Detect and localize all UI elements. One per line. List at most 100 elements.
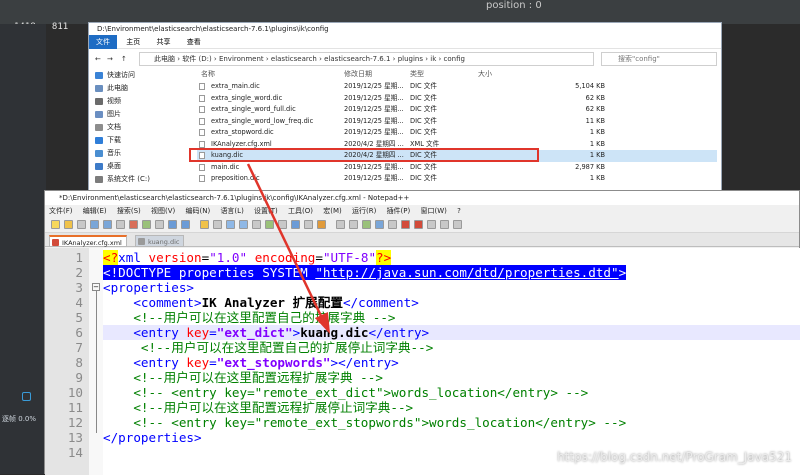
file-size: 1 KB: [590, 139, 605, 151]
menu-language[interactable]: 语言(L): [216, 205, 247, 218]
crumb-3[interactable]: elasticsearch: [271, 55, 317, 63]
nav-item-downloads[interactable]: 下载: [89, 134, 189, 147]
file-size: 11 KB: [586, 116, 605, 128]
menu-settings[interactable]: 设置(T): [250, 205, 282, 218]
toolbar-button-icon[interactable]: [440, 220, 449, 229]
ribbon-tab-share[interactable]: 共享: [149, 35, 177, 49]
fold-minus-icon[interactable]: −: [92, 283, 100, 291]
toolbar-button-icon[interactable]: [414, 220, 423, 229]
menu-file[interactable]: 文件(F): [45, 205, 77, 218]
toolbar-button-icon[interactable]: [375, 220, 384, 229]
toolbar-button-icon[interactable]: [291, 220, 300, 229]
search-input[interactable]: 搜索"config": [601, 52, 717, 66]
toolbar-button-icon[interactable]: [200, 220, 209, 229]
zoom-percent: 0.0%: [18, 415, 36, 423]
toolbar-button-icon[interactable]: [155, 220, 164, 229]
col-date[interactable]: 修改日期: [344, 67, 372, 81]
toolbar-button-icon[interactable]: [304, 220, 313, 229]
code-line-4: <comment>IK Analyzer 扩展配置</comment>: [103, 295, 800, 310]
menu-search[interactable]: 搜索(S): [113, 205, 145, 218]
crumb-0[interactable]: 此电脑: [154, 55, 175, 63]
up-arrow-icon[interactable]: ↑: [121, 49, 127, 69]
menu-run[interactable]: 运行(R): [348, 205, 380, 218]
col-name[interactable]: 名称: [201, 67, 215, 81]
crumb-2[interactable]: Environment: [219, 55, 264, 63]
nav-item-quick-access[interactable]: 快速访问: [89, 69, 189, 82]
toolbar-button-icon[interactable]: [168, 220, 177, 229]
toolbar-button-icon[interactable]: [349, 220, 358, 229]
zoom-icon[interactable]: [22, 392, 31, 401]
npp-menubar: 文件(F) 编辑(E) 搜索(S) 视图(V) 编码(N) 语言(L) 设置(T…: [45, 205, 799, 218]
toolbar-button-icon[interactable]: [317, 220, 326, 229]
crumb-7[interactable]: config: [444, 55, 465, 63]
file-size: 2,987 KB: [575, 162, 605, 174]
tab-kuang[interactable]: kuang.dic: [135, 235, 184, 247]
ribbon-tab-view[interactable]: 查看: [180, 35, 208, 49]
col-type[interactable]: 类型: [410, 67, 424, 81]
toolbar-button-icon[interactable]: [226, 220, 235, 229]
ribbon-tab-file[interactable]: 文件: [89, 35, 117, 49]
menu-edit[interactable]: 编辑(E): [79, 205, 111, 218]
file-size: 62 KB: [586, 104, 605, 116]
code-editor[interactable]: <?xml version="1.0" encoding="UTF-8"?> <…: [103, 248, 800, 475]
toolbar-button-icon[interactable]: [265, 220, 274, 229]
toolbar-button-icon[interactable]: [129, 220, 138, 229]
crumb-4[interactable]: elasticsearch-7.6.1: [324, 55, 390, 63]
menu-help[interactable]: ?: [453, 205, 465, 218]
nav-item-pictures[interactable]: 图片: [89, 108, 189, 121]
toolbar-button-icon[interactable]: [388, 220, 397, 229]
toolbar-button-icon[interactable]: [77, 220, 86, 229]
toolbar-button-icon[interactable]: [90, 220, 99, 229]
nav-item-videos[interactable]: 视频: [89, 95, 189, 108]
tab-ikanalyzer[interactable]: IKAnalyzer.cfg.xml: [49, 235, 127, 247]
nav-item-system-drive[interactable]: 系统文件 (C:): [89, 173, 189, 186]
toolbar-button-icon[interactable]: [116, 220, 125, 229]
file-row[interactable]: main.dic2019/12/25 星期...DIC 文件2,987 KB: [197, 162, 717, 174]
toolbar-button-icon[interactable]: [142, 220, 151, 229]
toolbar-button-icon[interactable]: [181, 220, 190, 229]
toolbar-button-icon[interactable]: [252, 220, 261, 229]
menu-encoding[interactable]: 编码(N): [182, 205, 215, 218]
menu-macro[interactable]: 宏(M): [319, 205, 346, 218]
file-icon: [199, 164, 205, 171]
file-row[interactable]: extra_single_word_low_freq.dic2019/12/25…: [197, 116, 717, 128]
toolbar-button-icon[interactable]: [239, 220, 248, 229]
file-row[interactable]: extra_stopword.dic2019/12/25 星期...DIC 文件…: [197, 127, 717, 139]
nav-item-desktop[interactable]: 桌面: [89, 160, 189, 173]
file-row[interactable]: extra_single_word.dic2019/12/25 星期...DIC…: [197, 93, 717, 105]
toolbar-button-icon[interactable]: [336, 220, 345, 229]
ribbon-tab-home[interactable]: 主页: [119, 35, 147, 49]
file-type: DIC 文件: [410, 93, 437, 105]
forward-arrow-icon[interactable]: →: [107, 49, 113, 69]
file-list: extra_main.dic2019/12/25 星期...DIC 文件5,10…: [197, 81, 717, 185]
toolbar-button-icon[interactable]: [213, 220, 222, 229]
nav-item-documents[interactable]: 文档: [89, 121, 189, 134]
menu-plugins[interactable]: 插件(P): [383, 205, 415, 218]
toolbar-button-icon[interactable]: [103, 220, 112, 229]
code-line-8: <entry key="ext_stopwords"></entry>: [103, 355, 800, 370]
col-size[interactable]: 大小: [478, 67, 492, 81]
file-row[interactable]: extra_main.dic2019/12/25 星期...DIC 文件5,10…: [197, 81, 717, 93]
menu-view[interactable]: 视图(V): [147, 205, 179, 218]
line-number: 12: [68, 415, 83, 430]
computer-icon: [95, 85, 103, 92]
toolbar-button-icon[interactable]: [51, 220, 60, 229]
back-arrow-icon[interactable]: ←: [95, 49, 101, 69]
toolbar-button-icon[interactable]: [401, 220, 410, 229]
file-row[interactable]: preposition.dic2019/12/25 星期...DIC 文件1 K…: [197, 173, 717, 185]
file-row[interactable]: extra_single_word_full.dic2019/12/25 星期.…: [197, 104, 717, 116]
toolbar-button-icon[interactable]: [64, 220, 73, 229]
toolbar-button-icon[interactable]: [362, 220, 371, 229]
toolbar-button-icon[interactable]: [427, 220, 436, 229]
nav-item-this-pc[interactable]: 此电脑: [89, 82, 189, 95]
picture-icon: [95, 111, 103, 118]
address-bar[interactable]: 此电脑 › 软件 (D:) › Environment › elasticsea…: [139, 52, 594, 66]
crumb-6[interactable]: ik: [430, 55, 436, 63]
toolbar-button-icon[interactable]: [453, 220, 462, 229]
menu-window[interactable]: 窗口(W): [416, 205, 450, 218]
crumb-5[interactable]: plugins: [398, 55, 423, 63]
crumb-1[interactable]: 软件 (D:): [182, 55, 211, 63]
nav-item-music[interactable]: 音乐: [89, 147, 189, 160]
toolbar-button-icon[interactable]: [278, 220, 287, 229]
menu-tools[interactable]: 工具(O): [284, 205, 317, 218]
